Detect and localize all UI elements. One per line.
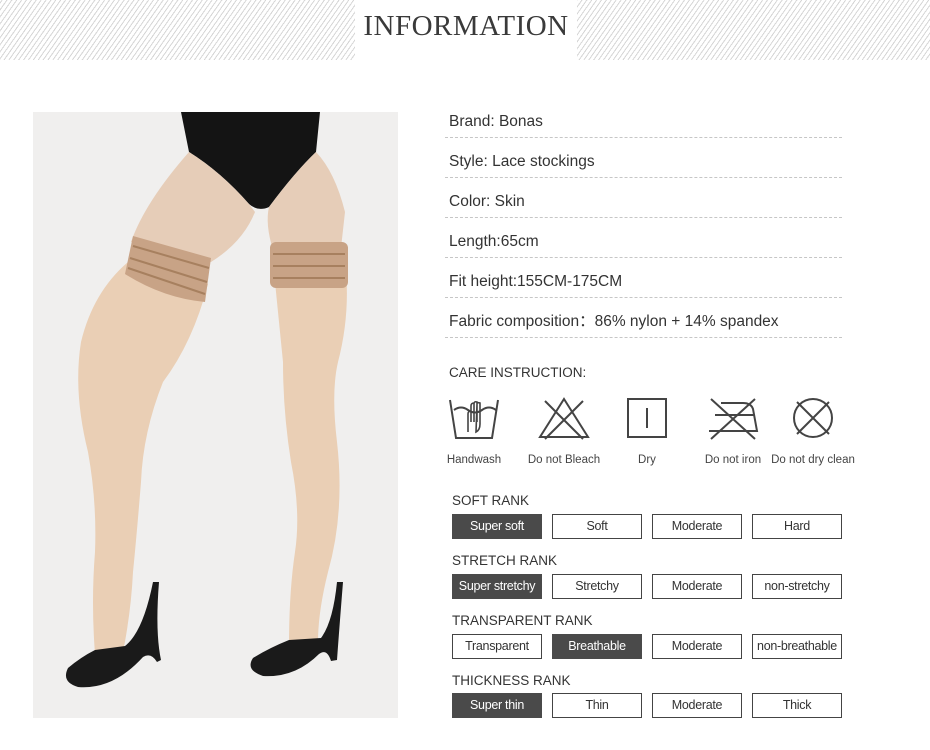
spec-color: Color: Skin [445,178,842,218]
spec-length: Length:65cm [445,218,842,258]
product-image [33,112,398,718]
soft-rank-option: Moderate [652,514,742,539]
transparent-rank-option: Breathable [552,634,642,659]
thickness-rank-option: Moderate [652,693,742,718]
care-dry: Dry [602,392,692,466]
stretch-rank-option: non-stretchy [752,574,842,599]
care-title: CARE INSTRUCTION: [449,365,587,380]
stretch-rank-title: STRETCH RANK [452,553,558,568]
stretch-rank-option: Stretchy [552,574,642,599]
spec-style: Style: Lace stockings [445,138,842,178]
soft-rank-option: Soft [552,514,642,539]
soft-rank-title: SOFT RANK [452,493,530,508]
thickness-rank-option: Thick [752,693,842,718]
stretch-rank-option: Super stretchy [452,574,542,599]
care-no-dry-clean: Do not dry clean [768,392,858,466]
soft-rank-option: Hard [752,514,842,539]
no-bleach-icon [519,392,609,444]
header-pattern-right [577,0,930,60]
dry-icon [602,392,692,444]
care-no-iron: Do not iron [688,392,778,466]
spec-fabric: Fabric composition：86% nylon + 14% spand… [445,298,842,338]
handwash-icon [429,392,519,444]
transparent-rank-option: Moderate [652,634,742,659]
soft-rank-option: Super soft [452,514,542,539]
spec-fit-height: Fit height:155CM-175CM [445,258,842,298]
right-stocking [273,262,347,646]
transparent-rank-title: TRANSPARENT RANK [452,613,593,628]
stretch-rank-option: Moderate [652,574,742,599]
care-handwash: Handwash [429,392,519,466]
care-no-bleach: Do not Bleach [519,392,609,466]
thickness-rank-option: Super thin [452,693,542,718]
thickness-rank-option: Thin [552,693,642,718]
left-stocking [78,262,208,654]
transparent-rank-option: Transparent [452,634,542,659]
no-iron-icon [688,392,778,444]
section-title: INFORMATION [363,10,569,42]
thickness-rank-title: THICKNESS RANK [452,673,571,688]
spec-brand: Brand: Bonas [445,98,842,138]
no-dry-clean-icon [768,392,858,444]
transparent-rank-option: non-breathable [752,634,842,659]
header-pattern-left [0,0,355,60]
